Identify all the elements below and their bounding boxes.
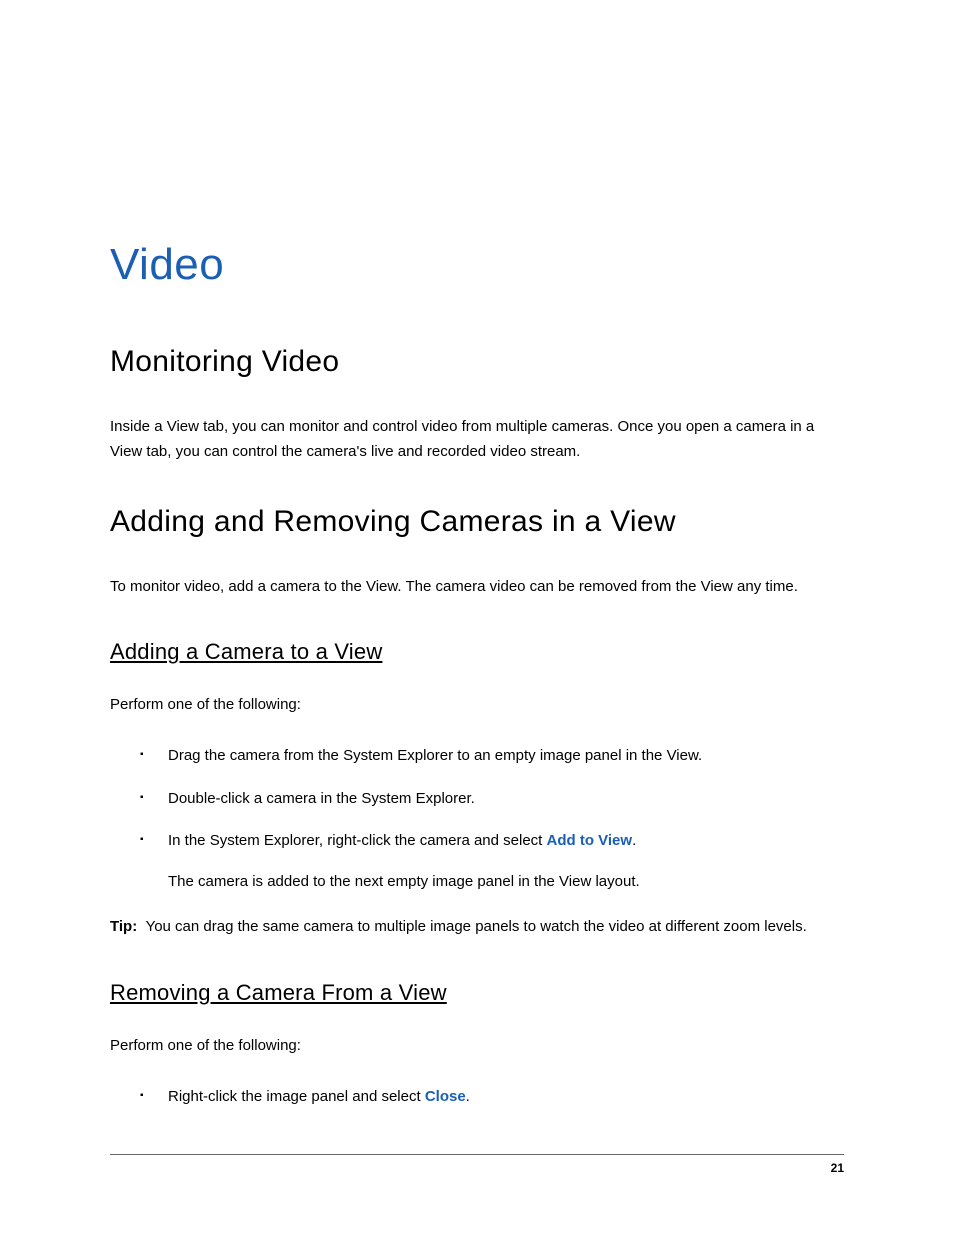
list-item-text-post: . bbox=[466, 1088, 470, 1105]
section-heading-adding-removing: Adding and Removing Cameras in a View bbox=[110, 505, 844, 539]
tip-text: You can drag the same camera to multiple… bbox=[146, 918, 807, 935]
page-footer: 21 bbox=[110, 1154, 844, 1175]
subsection-heading-adding: Adding a Camera to a View bbox=[110, 639, 844, 665]
tip-paragraph: Tip: You can drag the same camera to mul… bbox=[110, 915, 844, 940]
list-item-text-post: . bbox=[632, 832, 636, 849]
intro-text: Perform one of the following: bbox=[110, 693, 844, 717]
subsection-heading-removing: Removing a Camera From a View bbox=[110, 980, 844, 1006]
chapter-title: Video bbox=[110, 240, 844, 290]
add-to-view-label: Add to View bbox=[547, 832, 633, 849]
body-paragraph: To monitor video, add a camera to the Vi… bbox=[110, 575, 844, 600]
bullet-list-removing: Right-click the image panel and select C… bbox=[110, 1086, 844, 1109]
list-item-text: Right-click the image panel and select bbox=[168, 1088, 425, 1105]
list-item: In the System Explorer, right-click the … bbox=[168, 830, 844, 893]
list-item: Right-click the image panel and select C… bbox=[168, 1086, 844, 1109]
list-item: Double-click a camera in the System Expl… bbox=[168, 788, 844, 811]
body-paragraph: Inside a View tab, you can monitor and c… bbox=[110, 415, 844, 465]
list-item-text: In the System Explorer, right-click the … bbox=[168, 832, 547, 849]
list-item: Drag the camera from the System Explorer… bbox=[168, 745, 844, 768]
section-heading-monitoring: Monitoring Video bbox=[110, 345, 844, 379]
close-label: Close bbox=[425, 1088, 466, 1105]
tip-label: Tip: bbox=[110, 918, 137, 935]
list-item-note: The camera is added to the next empty im… bbox=[168, 871, 844, 894]
page-number: 21 bbox=[831, 1161, 844, 1175]
bullet-list-adding: Drag the camera from the System Explorer… bbox=[110, 745, 844, 893]
intro-text: Perform one of the following: bbox=[110, 1034, 844, 1058]
document-page: Video Monitoring Video Inside a View tab… bbox=[0, 0, 954, 1171]
